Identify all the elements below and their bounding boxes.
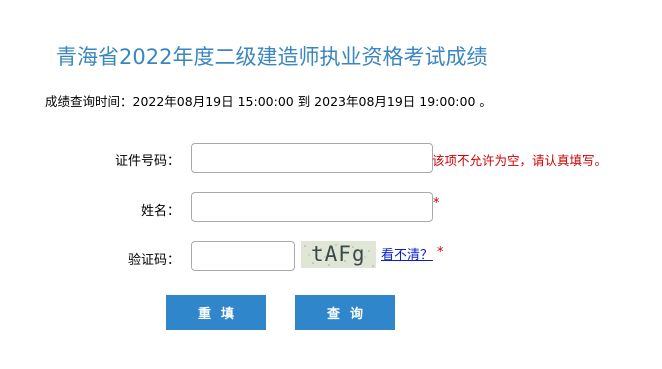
captcha-refresh-link[interactable]: 看不清？ xyxy=(381,244,433,263)
captcha-label: 验证码： xyxy=(127,253,180,268)
query-time-text: 成绩查询时间：2022年08月19日 15:00:00 到 2023年08月19… xyxy=(45,94,492,109)
query-button[interactable]: 查询 xyxy=(295,295,395,330)
page-title: 青海省2022年度二级建造师执业资格考试成绩 xyxy=(56,45,488,69)
captcha-required-mark: * xyxy=(437,245,444,260)
reset-button[interactable]: 重填 xyxy=(166,295,266,330)
name-label: 姓名： xyxy=(140,204,180,219)
captcha-input[interactable] xyxy=(191,241,295,271)
captcha-image[interactable]: tAFg xyxy=(301,241,376,268)
name-required-mark: * xyxy=(433,196,440,211)
id-number-error: 该项不允许为空，请认真填写。 xyxy=(432,153,608,168)
id-number-label: 证件号码： xyxy=(114,154,180,169)
name-input[interactable] xyxy=(191,192,433,222)
captcha-text: tAFg xyxy=(311,242,366,266)
id-number-input[interactable] xyxy=(191,143,433,173)
